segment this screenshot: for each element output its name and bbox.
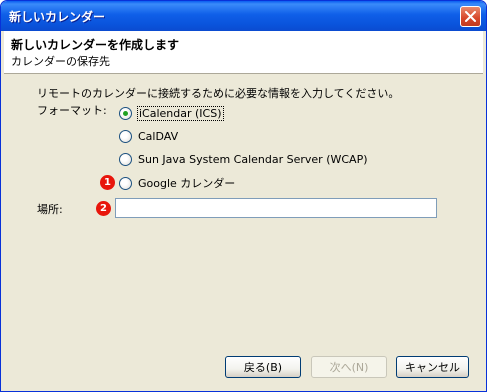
annotation-marker-2: 2 bbox=[96, 201, 111, 216]
radio-button[interactable] bbox=[119, 176, 132, 190]
location-input[interactable] bbox=[115, 198, 437, 218]
back-button[interactable]: 戻る(B) bbox=[225, 356, 301, 378]
radio-option-google[interactable]: Google カレンダー bbox=[119, 175, 235, 191]
wizard-header: 新しいカレンダーを作成します カレンダーの保存先 bbox=[4, 31, 483, 74]
radio-label: Google カレンダー bbox=[138, 177, 236, 190]
radio-label: iCalendar (ICS) bbox=[137, 105, 224, 121]
location-label: 場所: bbox=[37, 203, 63, 216]
window-title: 新しいカレンダー bbox=[9, 10, 106, 24]
instruction-text: リモートのカレンダーに接続するために必要な情報を入力してください。 bbox=[37, 87, 400, 100]
annotation-marker-1: 1 bbox=[100, 175, 115, 190]
radio-option-caldav[interactable]: CalDAV bbox=[119, 128, 178, 144]
radio-option-icalendar[interactable]: iCalendar (ICS) bbox=[119, 105, 224, 121]
format-label: フォーマット: bbox=[37, 104, 107, 117]
close-icon bbox=[465, 11, 476, 22]
wizard-subtitle: カレンダーの保存先 bbox=[11, 55, 110, 68]
radio-option-wcap[interactable]: Sun Java System Calendar Server (WCAP) bbox=[119, 151, 368, 167]
radio-label: Sun Java System Calendar Server (WCAP) bbox=[138, 152, 368, 166]
title-bar[interactable]: 新しいカレンダー bbox=[1, 1, 486, 31]
radio-button[interactable] bbox=[119, 106, 132, 120]
cancel-button[interactable]: キャンセル bbox=[396, 356, 469, 378]
new-calendar-dialog: 新しいカレンダー 新しいカレンダーを作成します カレンダーの保存先 リモートのカ… bbox=[0, 0, 487, 392]
close-button[interactable] bbox=[460, 6, 481, 27]
wizard-title: 新しいカレンダーを作成します bbox=[11, 38, 180, 52]
radio-label: CalDAV bbox=[138, 129, 179, 143]
radio-button[interactable] bbox=[119, 129, 132, 143]
radio-button[interactable] bbox=[119, 152, 132, 166]
next-button[interactable]: 次へ(N) bbox=[311, 356, 387, 378]
